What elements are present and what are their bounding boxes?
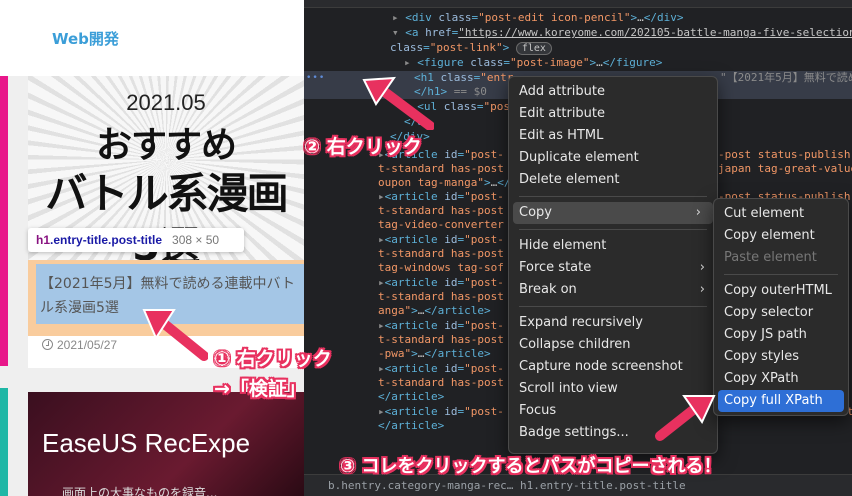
dom-node-article-3[interactable]: ▸<article id="post- — [378, 233, 504, 247]
annotation-step2: ② 右クリック — [304, 136, 422, 158]
thumbnail-date: 2021.05 — [126, 90, 206, 115]
menu-item-expand-recursively[interactable]: Expand recursively — [509, 312, 717, 334]
dom-node-a[interactable]: ▾ <a href="https://www.koreyome.com/2021… — [392, 26, 852, 40]
dom-node-article-4-cont: t-standard has-post — [378, 290, 504, 303]
tooltip-dimensions: 308 × 50 — [172, 233, 220, 247]
dom-node-article-5-end: -pwa">…</article> — [378, 347, 491, 360]
menu-item-edit-as-html[interactable]: Edit as HTML — [509, 125, 717, 147]
site-header — [0, 0, 304, 76]
menu-separator — [519, 306, 707, 307]
dom-node-article-3-cont: t-standard has-post — [378, 247, 504, 260]
menu-item-cut-element[interactable]: Cut element — [714, 203, 848, 225]
dom-node-article-7[interactable]: ▸<article id="post--review tag-manga"> — [378, 405, 852, 419]
menu-item-add-attribute[interactable]: Add attribute — [509, 81, 717, 103]
post-date-text: 2021/05/27 — [57, 338, 118, 352]
dom-node-article-6[interactable]: ▸<article id="post- — [378, 362, 504, 376]
menu-item-copy[interactable]: Copy › — [513, 202, 713, 224]
chevron-right-icon: › — [695, 205, 701, 220]
chevron-right-icon: › — [699, 260, 705, 275]
menu-item-break-on[interactable]: Break on › — [509, 279, 717, 301]
dom-node-article-6-end: </article> — [378, 390, 445, 403]
post-date: 2021/05/27 — [42, 338, 117, 352]
dom-node-article-2-end: tag-video-converter — [378, 218, 504, 231]
dom-node-article-7-cont: </article> — [378, 419, 445, 432]
accent-bar-teal — [0, 388, 8, 496]
menu-item-hide-element[interactable]: Hide element — [509, 235, 717, 257]
dom-node-div[interactable]: ▸ <div class="post-edit icon-pencil">…</… — [392, 11, 683, 25]
menu-item-delete-element[interactable]: Delete element — [509, 169, 717, 191]
annotation-arrow-step3 — [655, 395, 716, 441]
menu-item-copy-js-path[interactable]: Copy JS path — [714, 324, 848, 346]
dom-node-article-1-cont: t-standard has-post japan tag-great-value — [378, 162, 852, 175]
annotation-step3: ③ コレをクリックするとパスがコピーされる！ — [340, 456, 722, 477]
menu-item-copy-label: Copy — [519, 205, 552, 220]
devtools-toolbar — [304, 0, 852, 8]
tooltip-tag: h1 — [36, 233, 51, 247]
dom-node-article-5-cont: t-standard has-post — [378, 333, 504, 346]
menu-item-paste-element: Paste element — [724, 250, 817, 265]
menu-item-edit-attribute[interactable]: Edit attribute — [509, 103, 717, 125]
menu-separator — [519, 196, 707, 197]
dom-node-article-2[interactable]: ▸<article id="post- -post status-publish — [378, 190, 850, 204]
dom-node-article-3-end: tag-windows tag-sof — [378, 261, 504, 274]
dom-node-a-cont[interactable]: class="post-link"> flex — [390, 41, 552, 55]
dom-node-article-2-cont: t-standard has-post — [378, 204, 504, 217]
dom-node-article-4[interactable]: ▸<article id="post- — [378, 276, 504, 290]
menu-item-capture-node-screenshot[interactable]: Capture node screenshot — [509, 356, 717, 378]
flex-badge[interactable]: flex — [515, 42, 552, 55]
copy-submenu: Cut element Copy element Paste element C… — [713, 198, 849, 416]
menu-item-force-state[interactable]: Force state › — [509, 257, 717, 279]
accent-bar-pink — [0, 76, 8, 366]
menu-item-copy-selector[interactable]: Copy selector — [714, 302, 848, 324]
article-card-2-subtitle: 画面上の大事なものを録音... — [62, 486, 218, 496]
menu-item-force-state-label: Force state — [519, 260, 592, 275]
menu-item-copy-full-xpath[interactable]: Copy full XPath — [718, 390, 844, 412]
nav-item-web-dev[interactable]: Web開発 — [52, 28, 119, 49]
menu-separator — [519, 229, 707, 230]
article-card-2-title: EaseUS RecExpe — [42, 428, 251, 458]
dom-node-article-6-cont: t-standard has-post — [378, 376, 504, 389]
annotation-step1-line2: →「検証」 — [214, 378, 306, 400]
menu-item-copy-outerhtml[interactable]: Copy outerHTML — [714, 280, 848, 302]
annotation-arrow-step1 — [142, 309, 208, 361]
menu-item-copy-element[interactable]: Copy element — [714, 225, 848, 247]
menu-item-collapse-children[interactable]: Collapse children — [509, 334, 717, 356]
dom-node-article-5[interactable]: ▸<article id="post- — [378, 319, 504, 333]
menu-item-break-on-label: Break on — [519, 282, 577, 297]
webpage-panel: Web開発 2021.05 おすすめ バトル系漫画 5選 【2021年5月】無料… — [0, 0, 304, 496]
menu-separator — [724, 274, 838, 275]
menu-item-duplicate-element[interactable]: Duplicate element — [509, 147, 717, 169]
menu-item-copy-styles[interactable]: Copy styles — [714, 346, 848, 368]
inspect-tooltip: h1.entry-title.post-title 308 × 50 — [28, 228, 244, 252]
dom-node-article-4-end: anga">…</article> — [378, 304, 491, 317]
thumbnail-line-2: バトル系漫画 — [45, 169, 288, 218]
tooltip-classes: .entry-title.post-title — [50, 233, 163, 247]
chevron-right-icon: › — [699, 282, 705, 297]
menu-item-copy-xpath[interactable]: Copy XPath — [714, 368, 848, 390]
clock-icon — [42, 339, 53, 350]
annotation-step1-line1: ① 右クリック — [214, 348, 332, 370]
dom-node-figure[interactable]: ▸ <figure class="post-image">…</figure> — [404, 56, 662, 70]
annotation-arrow-step2 — [362, 76, 434, 130]
